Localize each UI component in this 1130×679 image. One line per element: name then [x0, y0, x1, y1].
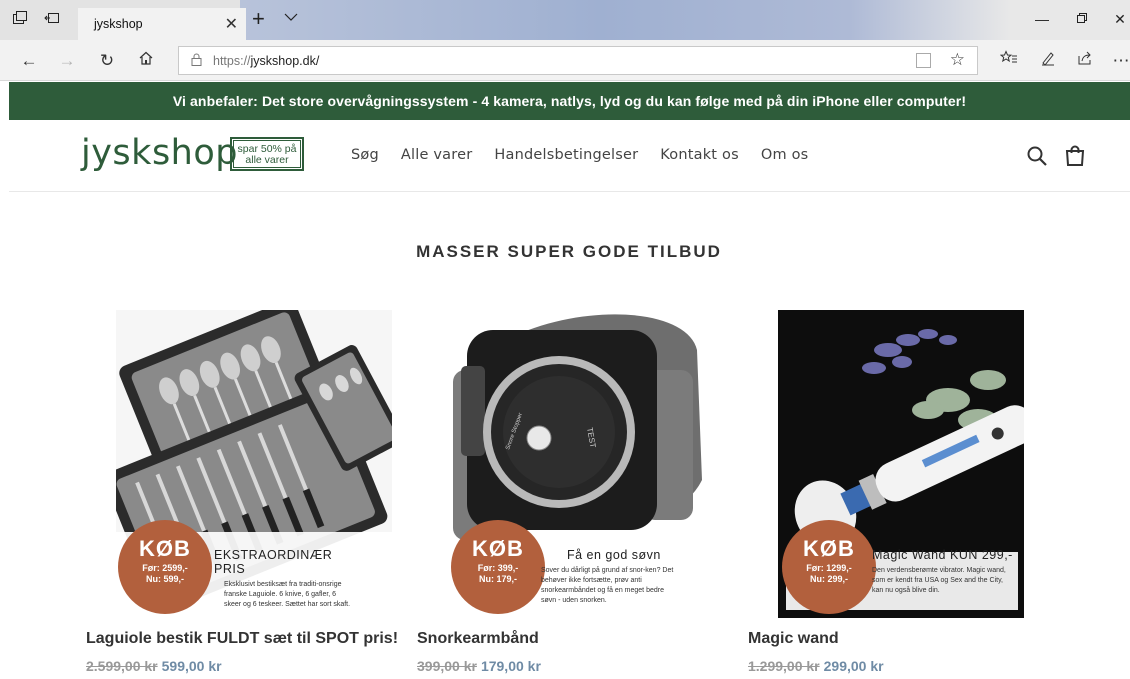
- new-tab-icon[interactable]: +: [252, 6, 265, 32]
- sale-price: 599,00 kr: [161, 658, 222, 674]
- old-price: 399,00 kr: [417, 658, 477, 674]
- lock-icon: [191, 53, 202, 69]
- product-title[interactable]: Laguiole bestik FULDT sæt til SPOT pris!: [86, 630, 398, 648]
- product-price: 2.599,00 kr 599,00 kr: [86, 658, 222, 674]
- buy-badge: KØB Før: 1299,- Nu: 299,-: [782, 520, 876, 614]
- announcement-bar[interactable]: Vi anbefaler: Det store overvågningssyst…: [9, 82, 1130, 120]
- cart-icon[interactable]: [1063, 144, 1087, 168]
- promo-box: EKSTRAORDINÆR PRIS Eksklusivt bestiksæt …: [214, 548, 354, 610]
- tab-actions-icon[interactable]: [10, 10, 30, 30]
- site-header: jyskshop spar 50% på alle varer Søg Alle…: [9, 120, 1130, 192]
- restore-icon[interactable]: [1070, 11, 1094, 27]
- product-title[interactable]: Snorkearmbånd: [417, 630, 539, 648]
- section-title: MASSER SUPER GODE TILBUD: [416, 242, 722, 261]
- buy-badge: KØB Før: 399,- Nu: 179,-: [451, 520, 545, 614]
- minimize-icon[interactable]: —: [1030, 11, 1054, 27]
- share-icon[interactable]: [1074, 50, 1096, 72]
- menu-item-about[interactable]: Om os: [761, 147, 809, 163]
- set-tabs-aside-icon[interactable]: [42, 10, 62, 30]
- buy-badge-label: KØB: [139, 536, 191, 561]
- close-window-icon[interactable]: ✕: [1108, 11, 1130, 28]
- site-logo[interactable]: jyskshop: [81, 133, 238, 173]
- tab-title: jyskshop: [94, 17, 143, 31]
- main-menu: Søg Alle varer Handelsbetingelser Kontak…: [351, 147, 830, 163]
- menu-item-contact[interactable]: Kontakt os: [660, 147, 739, 163]
- menu-item-terms[interactable]: Handelsbetingelser: [494, 147, 638, 163]
- promo-box: Magic Wand KUN 299,- Den verdensberømte …: [872, 548, 1014, 596]
- refresh-icon[interactable]: ↻: [96, 50, 118, 72]
- back-icon[interactable]: ←: [18, 50, 40, 72]
- product-price: 399,00 kr 179,00 kr: [417, 658, 541, 674]
- promo-heading: Få en god søvn: [567, 548, 661, 562]
- badge-before-price: Før: 399,-: [477, 563, 519, 573]
- promo-heading: EKSTRAORDINÆR PRIS: [214, 548, 333, 576]
- promo-text: Den verdensberømte vibrator. Magic wand,…: [872, 567, 1006, 594]
- tab-preview-chevron-icon[interactable]: [282, 8, 300, 26]
- promo-heading: Magic Wand KUN 299,-: [872, 548, 1013, 562]
- badge-line-2: alle varer: [245, 154, 289, 166]
- forward-icon[interactable]: →: [56, 50, 78, 72]
- more-options-icon[interactable]: ⋯: [1110, 50, 1130, 72]
- reading-view-icon[interactable]: [916, 53, 931, 68]
- browser-tabbar: jyskshop ✕ + — ✕: [0, 0, 1130, 40]
- badge-before-price: Før: 1299,-: [806, 563, 852, 573]
- menu-item-all-products[interactable]: Alle varer: [401, 147, 473, 163]
- pen-icon[interactable]: [1037, 50, 1059, 72]
- badge-before-price: Før: 2599,-: [142, 563, 188, 573]
- browser-navbar: ← → ↻ https://jyskshop.dk/ ☆ ⋯: [0, 40, 1130, 81]
- sale-price: 179,00 kr: [480, 658, 541, 674]
- buy-badge-label: KØB: [472, 536, 524, 561]
- promo-box: Få en god søvn Sover du dårligt på grund…: [541, 548, 681, 606]
- home-icon[interactable]: [135, 50, 157, 72]
- close-tab-icon[interactable]: ✕: [225, 14, 238, 34]
- buy-badge: KØB Før: 2599,- Nu: 599,-: [118, 520, 212, 614]
- favorite-star-icon[interactable]: ☆: [950, 50, 965, 70]
- old-price: 1.299,00 kr: [748, 658, 820, 674]
- product-title[interactable]: Magic wand: [748, 630, 839, 648]
- sale-price: 299,00 kr: [823, 658, 884, 674]
- logo-badge: spar 50% på alle varer: [230, 137, 304, 171]
- favorites-hub-icon[interactable]: [998, 50, 1020, 72]
- promo-text: Sover du dårligt på grund af snor-ken? D…: [541, 567, 674, 604]
- search-icon[interactable]: [1025, 144, 1049, 168]
- badge-now-price: Nu: 299,-: [809, 574, 848, 584]
- badge-now-price: Nu: 599,-: [145, 574, 184, 584]
- product-price: 1.299,00 kr 299,00 kr: [748, 658, 884, 674]
- menu-item-search[interactable]: Søg: [351, 147, 379, 163]
- url-text: https://jyskshop.dk/: [213, 54, 320, 68]
- buy-badge-label: KØB: [803, 536, 855, 561]
- address-bar[interactable]: https://jyskshop.dk/ ☆: [178, 46, 978, 75]
- tab-jyskshop[interactable]: jyskshop ✕: [78, 8, 246, 40]
- old-price: 2.599,00 kr: [86, 658, 158, 674]
- promo-text: Eksklusivt bestiksæt fra traditi-onsrige…: [224, 581, 351, 608]
- badge-now-price: Nu: 179,-: [478, 574, 517, 584]
